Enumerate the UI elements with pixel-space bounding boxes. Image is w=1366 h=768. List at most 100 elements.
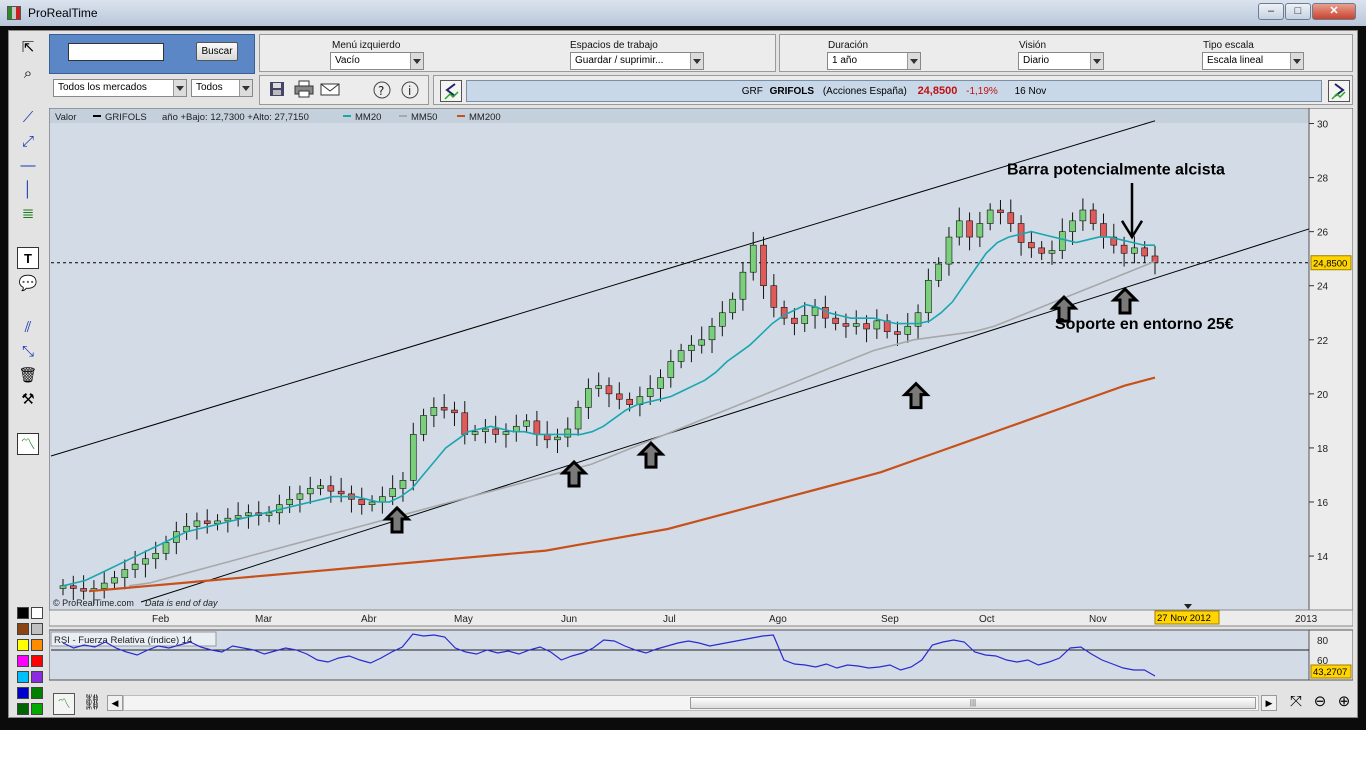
regression-icon[interactable]: ⤡ [17, 341, 39, 363]
candle-body [193, 520, 201, 527]
maximize-button[interactable]: □ [1285, 3, 1311, 20]
candle-body [616, 393, 623, 400]
search-panel: Buscar [49, 34, 255, 74]
zoom-icon[interactable]: ⌕ [17, 63, 39, 85]
scale-select[interactable]: Escala lineal [1202, 52, 1304, 70]
candle-body [1141, 247, 1148, 257]
app-logo-icon [7, 6, 21, 20]
y-tick-label: 30 [1317, 120, 1329, 131]
zoom-in-icon[interactable]: ⊕ [1333, 692, 1355, 714]
drawing-tools: ⇱ ⌕ ⟋ ⤢ — │ ≣ T 💬 ⫽ ⤡ 🗑 ⚒ 〽 [13, 35, 43, 715]
trash-icon[interactable]: 🗑 [17, 365, 39, 387]
eod-text: Data is end of day [145, 598, 218, 608]
candle-body [698, 339, 706, 346]
hammer-icon[interactable]: ⚒ [17, 389, 39, 411]
color-swatch[interactable] [31, 671, 43, 683]
color-swatch[interactable] [31, 623, 43, 635]
print-icon[interactable] [294, 80, 316, 102]
candle-body [574, 407, 582, 430]
minimize-button[interactable]: – [1258, 3, 1284, 20]
main-frame: Buscar Todos los mercados Todos Menú izq… [8, 30, 1358, 718]
candle-body [399, 480, 407, 489]
price-chart[interactable]: 14 16 18 20 22 24 26 28 30 Valor GRIFOLS año +Bajo:… [49, 108, 1353, 688]
info-icon[interactable]: i [400, 80, 422, 102]
add-indicator-icon[interactable]: 〽 [53, 693, 75, 715]
fibo-icon[interactable]: ≣ [17, 203, 39, 225]
comment-icon[interactable]: 💬 [17, 273, 39, 295]
chart-area[interactable]: 14 16 18 20 22 24 26 28 30 Valor GRIFOLS año +Bajo:… [49, 108, 1353, 688]
legend-mm20: MM20 [355, 112, 381, 123]
candle-body [935, 263, 942, 281]
candle-body [1069, 220, 1076, 232]
color-swatch[interactable] [31, 703, 43, 715]
candle-body [471, 431, 479, 435]
ticker-name: GRIFOLS [769, 86, 815, 97]
duration-select[interactable]: 1 año [827, 52, 921, 70]
text-icon[interactable]: T [17, 247, 39, 269]
y-tick-label: 22 [1317, 336, 1329, 347]
candle-body [451, 409, 458, 414]
fit-icon[interactable]: ⤧ [1285, 692, 1307, 714]
channel-icon[interactable]: ⫽ [17, 317, 39, 339]
prev-chart-icon[interactable] [440, 80, 462, 102]
color-swatch[interactable] [17, 703, 29, 715]
annotation-support: Soporte en entorno 25€ [1055, 316, 1234, 333]
next-chart-icon[interactable] [1328, 80, 1350, 102]
scroll-right-button[interactable]: ▶ [1261, 695, 1277, 711]
color-swatch[interactable] [17, 671, 29, 683]
scrollbar-track[interactable]: ||| [123, 695, 1259, 711]
email-icon[interactable] [320, 80, 342, 102]
candle-body [966, 220, 973, 238]
candle-body [564, 428, 572, 438]
cursor-icon[interactable]: ⇱ [17, 37, 39, 59]
color-swatch[interactable] [31, 655, 43, 667]
candle-body [409, 434, 417, 481]
color-swatch[interactable] [17, 687, 29, 699]
color-swatch[interactable] [31, 687, 43, 699]
ticker-price: 24,8500 [917, 85, 958, 97]
search-button[interactable]: Buscar [196, 42, 238, 61]
link-icon[interactable]: ⛓ [81, 693, 103, 715]
candle-body [760, 244, 767, 287]
color-swatch[interactable] [17, 623, 29, 635]
candle-body [59, 585, 67, 589]
color-swatch[interactable] [31, 639, 43, 651]
color-swatch[interactable] [17, 607, 29, 619]
candle-body [111, 577, 118, 584]
color-swatch[interactable] [31, 607, 43, 619]
legend-series: GRIFOLS [105, 112, 147, 123]
zoom-out-icon[interactable]: ⊖ [1309, 692, 1331, 714]
close-button[interactable]: ✕ [1312, 3, 1356, 20]
help-icon[interactable]: ? [372, 80, 394, 102]
candle-body [791, 317, 798, 324]
vline-icon[interactable]: │ [17, 179, 39, 201]
color-swatch[interactable] [17, 639, 29, 651]
line-icon[interactable]: ⟋ [17, 107, 39, 129]
workspace-select[interactable]: Guardar / suprimir... [570, 52, 704, 70]
save-icon[interactable] [268, 80, 290, 102]
indicator-icon[interactable]: 〽 [17, 433, 39, 455]
color-swatch[interactable] [17, 655, 29, 667]
candle-body [327, 485, 335, 492]
candle-body [512, 425, 520, 432]
rsi-label: RSI - Fuerza Relativa (índice) 14 [54, 635, 192, 646]
candle-body [80, 588, 87, 592]
candle-body [904, 325, 912, 335]
market-filter-select[interactable]: Todos [191, 79, 253, 97]
left-menu-select[interactable]: Vacío [330, 52, 424, 70]
rsi-tick-label: 80 [1317, 636, 1329, 647]
search-input[interactable] [68, 43, 164, 61]
candle-body [306, 488, 314, 495]
y-tick-label: 24 [1317, 282, 1329, 293]
view-select[interactable]: Diario [1018, 52, 1104, 70]
market-select[interactable]: Todos los mercados [53, 79, 187, 97]
candle-body [543, 434, 551, 441]
scroll-left-button[interactable]: ◀ [107, 695, 123, 711]
candle-body [842, 323, 850, 327]
hline-icon[interactable]: — [17, 155, 39, 177]
candle-body [986, 209, 994, 224]
cursor-date-label: 27 Nov 2012 [1157, 613, 1211, 624]
ray-icon[interactable]: ⤢ [17, 131, 39, 153]
scrollbar-thumb[interactable]: ||| [690, 697, 1256, 709]
candle-body [605, 385, 613, 395]
